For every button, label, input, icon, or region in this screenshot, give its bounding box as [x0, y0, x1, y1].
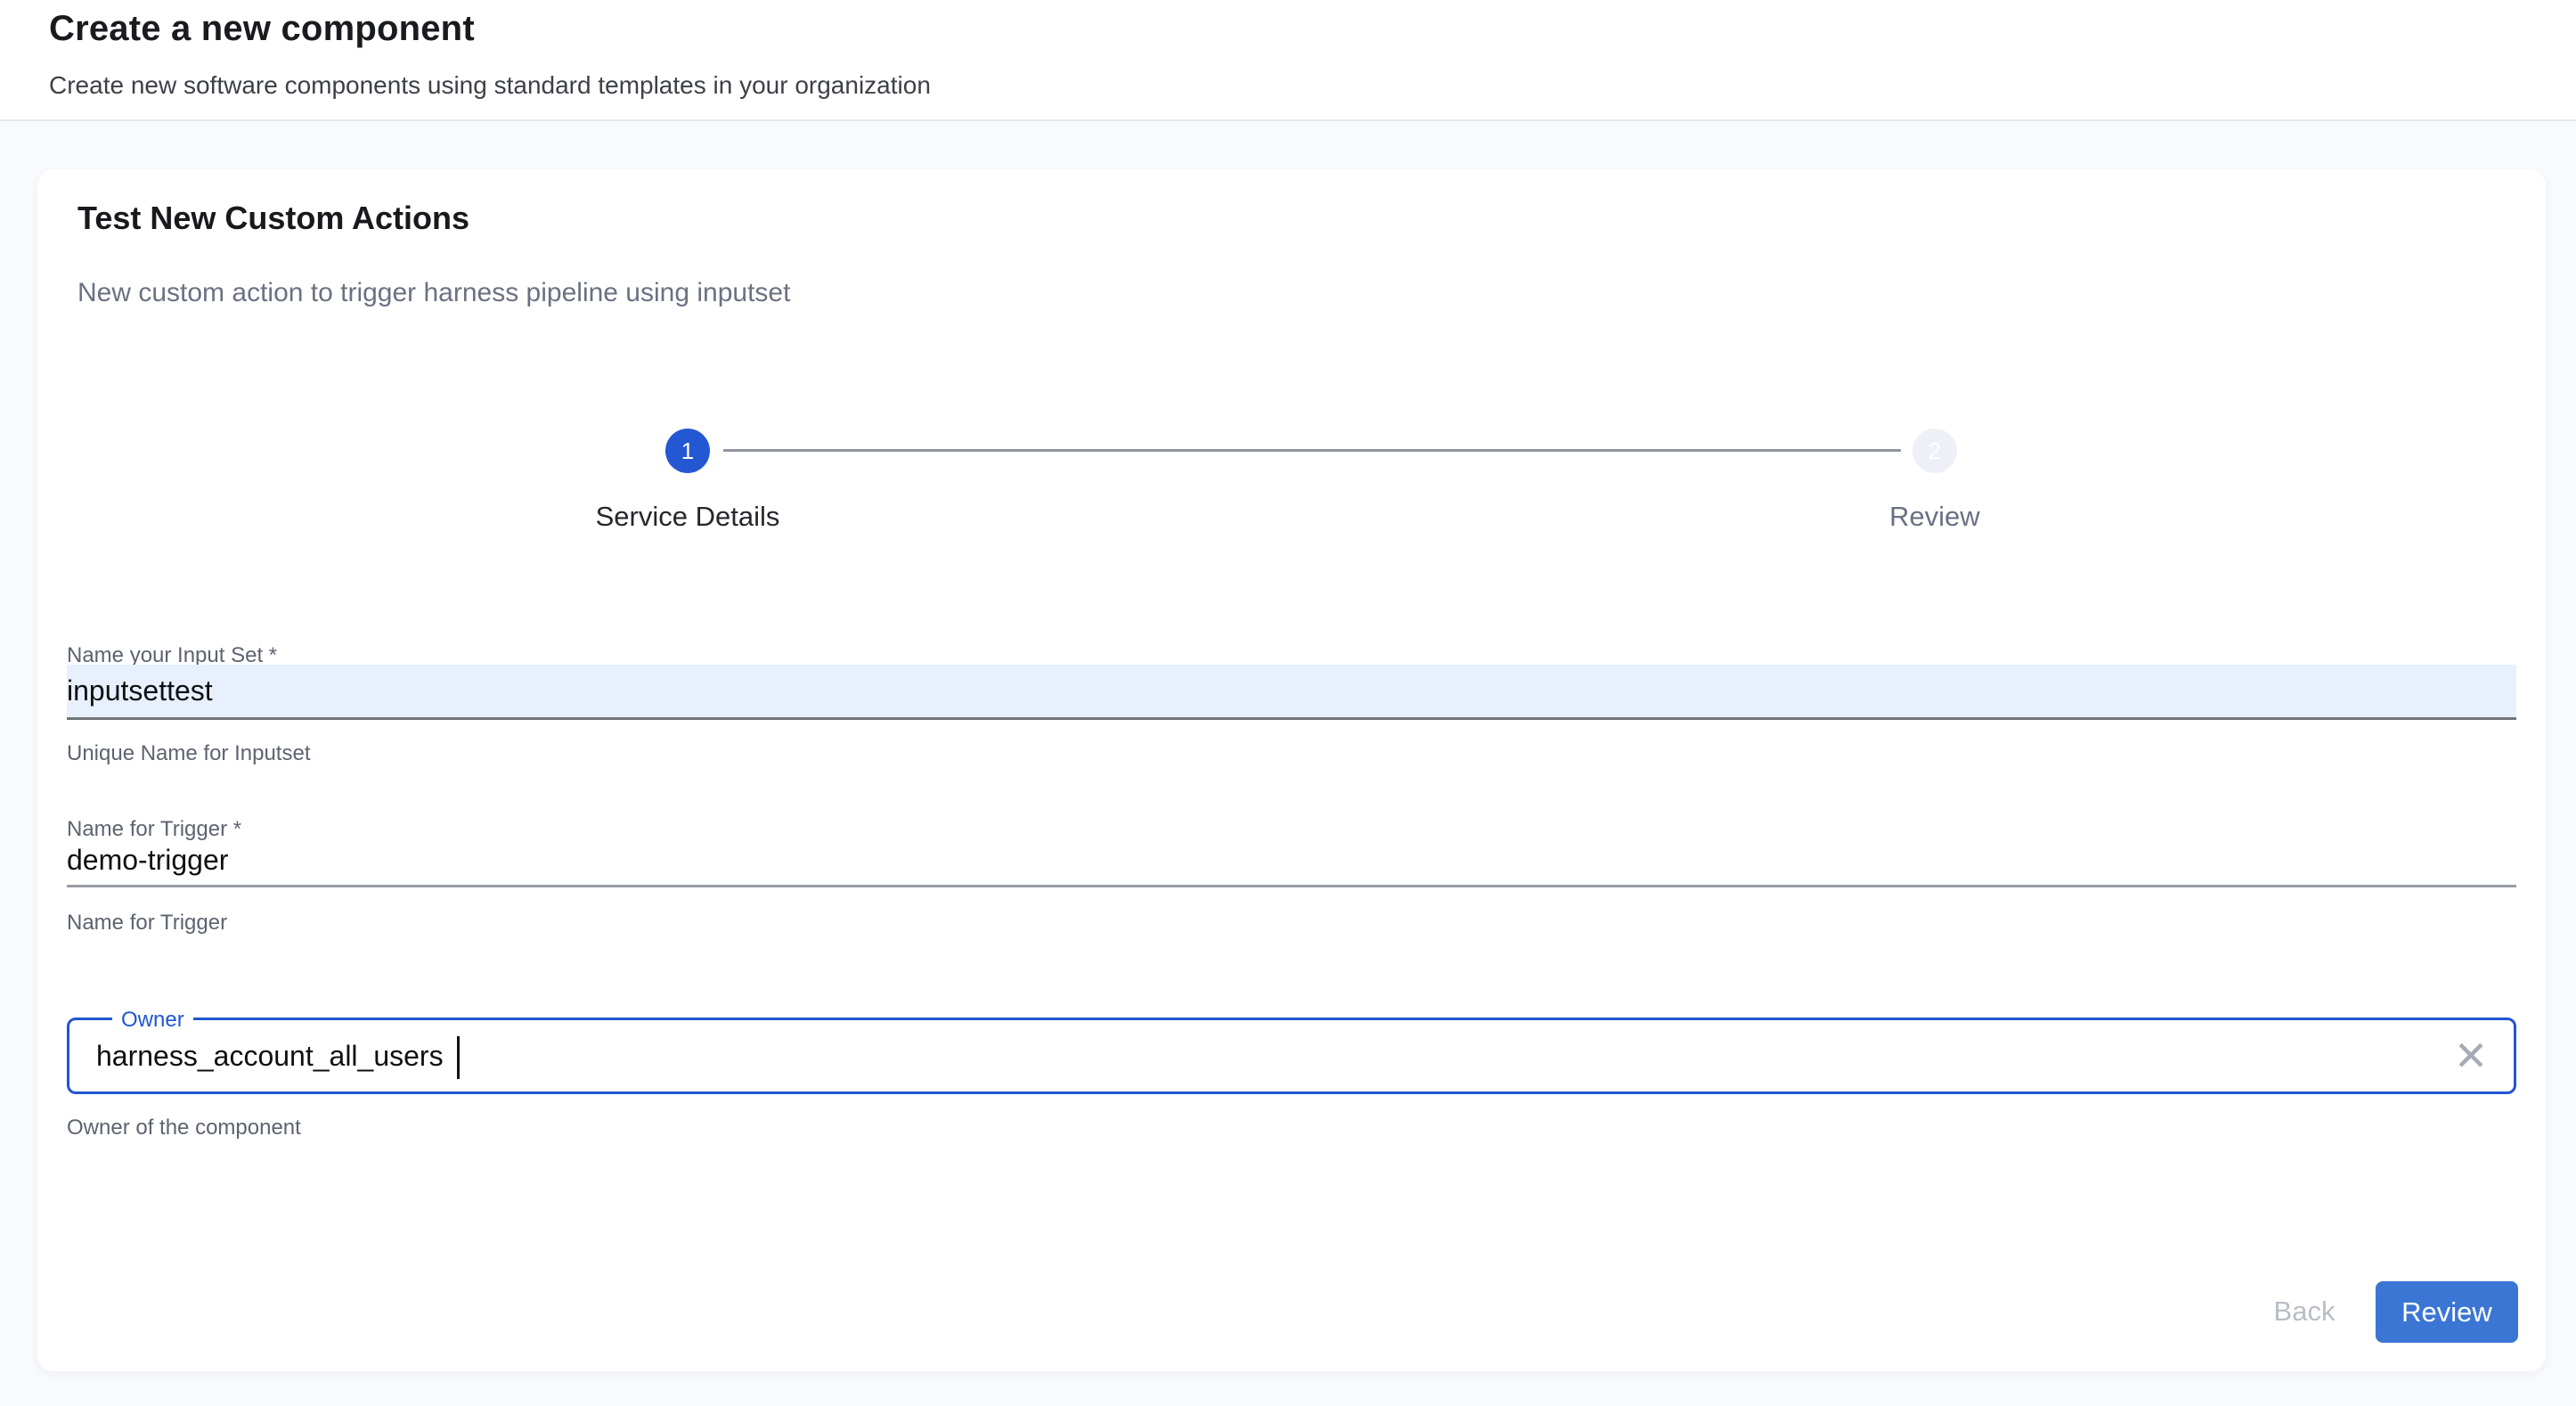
trigger-name-helper: Name for Trigger — [67, 911, 2516, 936]
template-title: Test New Custom Actions — [77, 200, 469, 237]
step-2-label: Review — [1712, 501, 2157, 533]
owner-input[interactable] — [96, 1026, 2430, 1086]
page-content: Test New Custom Actions New custom actio… — [0, 121, 2576, 1406]
step-2-indicator: 2 — [1912, 429, 1957, 473]
stepper-connector — [723, 449, 1901, 452]
inputset-name-input[interactable] — [67, 665, 2516, 720]
owner-field: Owner ✕ — [67, 1018, 2516, 1094]
inputset-name-helper: Unique Name for Inputset — [67, 741, 2516, 766]
step-1-number: 1 — [681, 437, 694, 465]
template-description: New custom action to trigger harness pip… — [77, 278, 790, 308]
text-caret — [457, 1036, 460, 1079]
template-card: Test New Custom Actions New custom actio… — [37, 169, 2546, 1371]
page-subtitle: Create new software components using sta… — [49, 71, 931, 100]
back-button[interactable]: Back — [2255, 1280, 2353, 1343]
step-1-indicator: 1 — [665, 429, 710, 473]
create-component-page: Create a new component Create new softwa… — [0, 0, 2576, 1406]
owner-helper: Owner of the component — [67, 1116, 2516, 1140]
step-2-number: 2 — [1928, 437, 1941, 465]
clear-icon[interactable]: ✕ — [2448, 1033, 2494, 1079]
step-1-label: Service Details — [465, 501, 910, 533]
review-button[interactable]: Review — [2376, 1281, 2518, 1343]
page-header: Create a new component Create new softwa… — [0, 0, 2576, 119]
page-title: Create a new component — [49, 9, 475, 49]
trigger-name-input[interactable] — [67, 836, 2516, 887]
